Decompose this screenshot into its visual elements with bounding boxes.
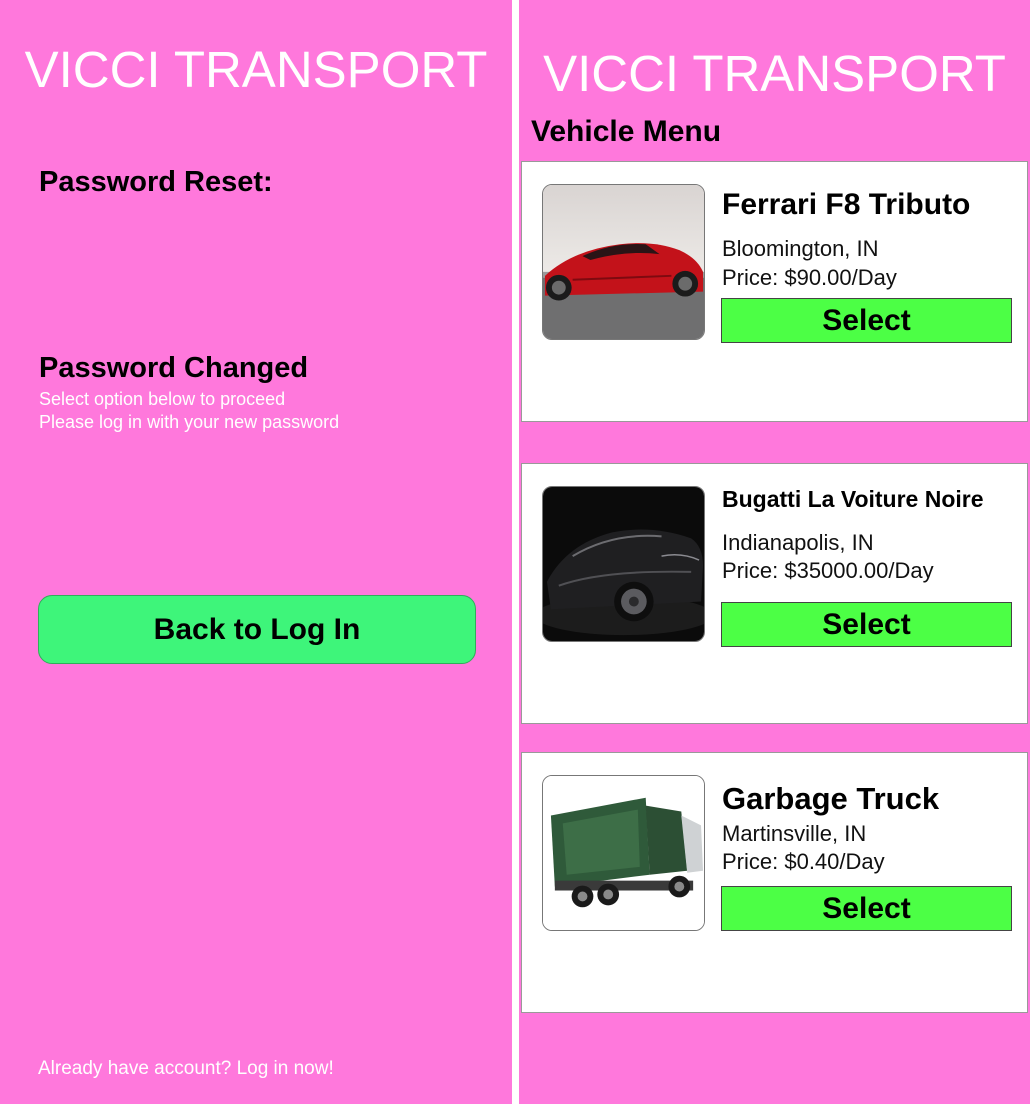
- vehicle-location: Bloomington, IN: [722, 236, 879, 261]
- vehicle-name: Garbage Truck: [722, 781, 940, 816]
- password-changed-heading: Password Changed: [39, 352, 309, 384]
- vehicle-location: Indianapolis, IN: [722, 530, 874, 555]
- vehicle-card: Ferrari F8 Tributo Bloomington, IN Price…: [521, 161, 1028, 422]
- select-vehicle-button[interactable]: Select: [721, 298, 1012, 343]
- password-reset-screen: VICCI TRANSPORT Password Reset: Password…: [0, 0, 512, 1104]
- select-vehicle-button[interactable]: Select: [721, 602, 1012, 647]
- vehicle-price: Price: $90.00/Day: [722, 265, 897, 290]
- vehicle-card: Garbage Truck Martinsville, IN Price: $0…: [521, 752, 1028, 1013]
- proceed-instruction-text: Select option below to proceed: [39, 389, 286, 409]
- select-vehicle-button[interactable]: Select: [721, 886, 1012, 931]
- back-to-login-button[interactable]: Back to Log In: [38, 595, 476, 664]
- vehicle-location: Martinsville, IN: [722, 821, 867, 846]
- vehicle-price: Price: $35000.00/Day: [722, 558, 934, 583]
- green-garbage-truck-image: [542, 775, 705, 931]
- vehicle-price: Price: $0.40/Day: [722, 849, 885, 874]
- login-instruction-text: Please log in with your new password: [39, 412, 340, 432]
- vehicle-menu-title: Vehicle Menu: [531, 115, 722, 148]
- vehicle-card: Bugatti La Voiture Noire Indianapolis, I…: [521, 463, 1028, 724]
- app-title: VICCI TRANSPORT: [24, 41, 488, 98]
- login-now-link[interactable]: Already have account? Log in now!: [38, 1058, 334, 1080]
- black-hypercar-image: [542, 486, 705, 642]
- vehicle-name: Ferrari F8 Tributo: [722, 188, 971, 221]
- app-title: VICCI TRANSPORT: [543, 45, 1006, 102]
- vehicle-menu-screen: VICCI TRANSPORT Vehicle Menu Ferrari F8 …: [519, 0, 1030, 1104]
- vehicle-name: Bugatti La Voiture Noire: [722, 486, 984, 512]
- red-sports-car-image: [542, 184, 705, 340]
- password-reset-heading: Password Reset:: [39, 166, 273, 198]
